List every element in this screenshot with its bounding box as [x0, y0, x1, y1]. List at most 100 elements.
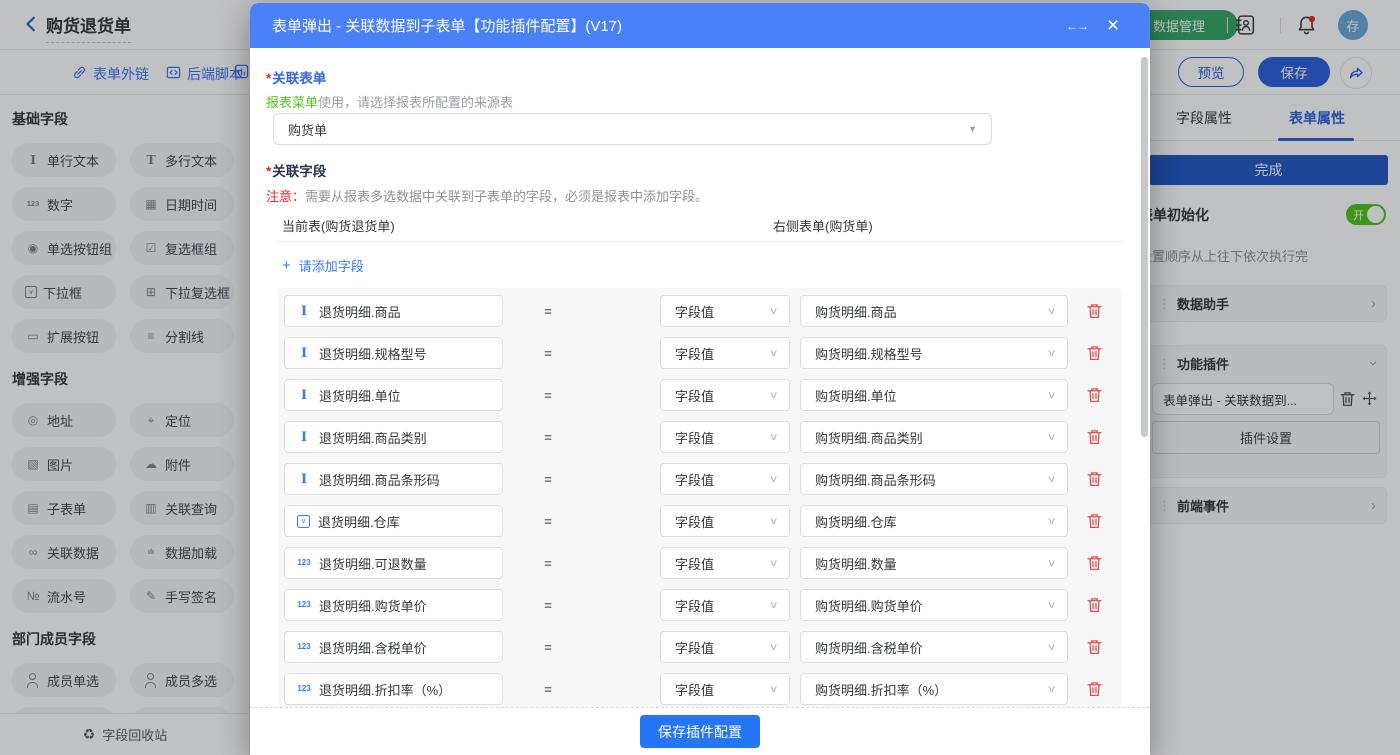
left-field-label: 退货明细.商品	[319, 304, 401, 320]
delete-row-icon[interactable]	[1084, 595, 1104, 615]
right-field-select[interactable]: 购货明细.仓库 ∨	[800, 505, 1068, 537]
field-mapping-row: 123 退货明细.折扣率（%） = 字段值 ∨ 购货明细.折扣率（%） ∨	[278, 673, 1122, 705]
delete-row-icon[interactable]	[1084, 637, 1104, 657]
value-mode-label: 字段值	[675, 346, 715, 362]
related-form-label: *关联表单	[266, 71, 327, 86]
field-type-icon: I	[300, 303, 308, 319]
dropdown-arrow-icon: ▼	[968, 124, 977, 134]
delete-row-icon[interactable]	[1084, 301, 1104, 321]
right-field-select[interactable]: 购货明细.规格型号 ∨	[800, 337, 1068, 369]
left-field-input[interactable]: I 退货明细.商品类别	[284, 421, 503, 453]
left-field-label: 退货明细.折扣率（%）	[319, 682, 452, 698]
chevron-down-icon: ∨	[768, 473, 779, 485]
value-mode-select[interactable]: 字段值 ∨	[660, 295, 790, 327]
save-plugin-config-button[interactable]: 保存插件配置	[640, 715, 760, 748]
right-field-select[interactable]: 购货明细.商品条形码 ∨	[800, 463, 1068, 495]
modal-footer: 保存插件配置	[250, 707, 1150, 755]
source-form-select[interactable]: 购货单 ▼	[273, 113, 992, 145]
chevron-down-icon: ∨	[1046, 347, 1057, 359]
expand-icon[interactable]: ←→	[1060, 3, 1094, 48]
delete-row-icon[interactable]	[1084, 679, 1104, 699]
field-type-icon: I	[300, 387, 308, 403]
chevron-down-icon: ∨	[1046, 431, 1057, 443]
field-mapping-row: I 退货明细.商品条形码 = 字段值 ∨ 购货明细.商品条形码 ∨	[278, 463, 1122, 495]
value-mode-label: 字段值	[675, 388, 715, 404]
left-field-input[interactable]: 123 退货明细.可退数量	[284, 547, 503, 579]
right-field-label: 购货明细.仓库	[815, 514, 897, 530]
field-type-icon: 123	[297, 558, 311, 567]
chevron-down-icon: ∨	[1046, 599, 1057, 611]
right-field-select[interactable]: 购货明细.含税单价 ∨	[800, 631, 1068, 663]
left-field-input[interactable]: I 退货明细.商品	[284, 295, 503, 327]
equals-sign: =	[544, 471, 552, 487]
right-field-label: 购货明细.购货单价	[815, 598, 923, 614]
field-type-icon: I	[300, 345, 308, 361]
right-field-select[interactable]: 购货明细.单位 ∨	[800, 379, 1068, 411]
value-mode-label: 字段值	[675, 640, 715, 656]
field-mapping-row: I 退货明细.商品类别 = 字段值 ∨ 购货明细.商品类别 ∨	[278, 421, 1122, 453]
left-field-input[interactable]: I 退货明细.规格型号	[284, 337, 503, 369]
value-mode-select[interactable]: 字段值 ∨	[660, 547, 790, 579]
equals-sign: =	[544, 387, 552, 403]
right-field-select[interactable]: 购货明细.购货单价 ∨	[800, 589, 1068, 621]
field-type-icon: 123	[297, 642, 311, 651]
left-field-input[interactable]: 123 退货明细.购货单价	[284, 589, 503, 621]
right-field-select[interactable]: 购货明细.折扣率（%） ∨	[800, 673, 1068, 705]
left-field-label: 退货明细.单位	[319, 388, 401, 404]
equals-sign: =	[544, 345, 552, 361]
left-field-label: 退货明细.含税单价	[319, 640, 427, 656]
chevron-down-icon: ∨	[768, 389, 779, 401]
value-mode-select[interactable]: 字段值 ∨	[660, 463, 790, 495]
field-mapping-row: 123 退货明细.可退数量 = 字段值 ∨ 购货明细.数量 ∨	[278, 547, 1122, 579]
close-icon[interactable]: ×	[1100, 3, 1126, 48]
add-field-link[interactable]: + 请添加字段	[282, 256, 364, 275]
right-field-select[interactable]: 购货明细.数量 ∨	[800, 547, 1068, 579]
chevron-down-icon: ∨	[1046, 641, 1057, 653]
left-field-label: 退货明细.购货单价	[319, 598, 427, 614]
left-field-input[interactable]: 123 退货明细.含税单价	[284, 631, 503, 663]
left-field-label: 退货明细.仓库	[318, 514, 400, 530]
modal-header[interactable]: 表单弹出 - 关联数据到子表单【功能插件配置】(V17) ←→ ×	[250, 3, 1150, 48]
value-mode-select[interactable]: 字段值 ∨	[660, 673, 790, 705]
chevron-down-icon: ∨	[768, 641, 779, 653]
header-divider	[278, 241, 1122, 242]
chevron-down-icon: ∨	[768, 515, 779, 527]
add-field-label: 请添加字段	[298, 259, 364, 274]
value-mode-select[interactable]: 字段值 ∨	[660, 337, 790, 369]
fields-note: 注意：需要从报表多选数据中关联到子表单的字段，必须是报表中添加字段。	[266, 189, 709, 204]
value-mode-label: 字段值	[675, 430, 715, 446]
value-mode-label: 字段值	[675, 514, 715, 530]
value-mode-select[interactable]: 字段值 ∨	[660, 379, 790, 411]
delete-row-icon[interactable]	[1084, 511, 1104, 531]
delete-row-icon[interactable]	[1084, 469, 1104, 489]
left-field-input[interactable]: I 退货明细.单位	[284, 379, 503, 411]
field-mapping-row: 123 退货明细.购货单价 = 字段值 ∨ 购货明细.购货单价 ∨	[278, 589, 1122, 621]
selected-form-value: 购货单	[288, 122, 328, 138]
value-mode-select[interactable]: 字段值 ∨	[660, 631, 790, 663]
field-type-icon: ∨	[297, 514, 310, 528]
equals-sign: =	[544, 429, 552, 445]
equals-sign: =	[544, 555, 552, 571]
right-field-label: 购货明细.规格型号	[815, 346, 923, 362]
field-mapping-row: ∨ 退货明细.仓库 = 字段值 ∨ 购货明细.仓库 ∨	[278, 505, 1122, 537]
left-field-input[interactable]: I 退货明细.商品条形码	[284, 463, 503, 495]
delete-row-icon[interactable]	[1084, 343, 1104, 363]
left-field-label: 退货明细.商品类别	[319, 430, 427, 446]
modal-scrollbar-thumb[interactable]	[1141, 57, 1148, 437]
value-mode-select[interactable]: 字段值 ∨	[660, 505, 790, 537]
chevron-down-icon: ∨	[1046, 683, 1057, 695]
right-field-select[interactable]: 购货明细.商品类别 ∨	[800, 421, 1068, 453]
equals-sign: =	[544, 303, 552, 319]
value-mode-select[interactable]: 字段值 ∨	[660, 421, 790, 453]
value-mode-select[interactable]: 字段值 ∨	[660, 589, 790, 621]
delete-row-icon[interactable]	[1084, 427, 1104, 447]
delete-row-icon[interactable]	[1084, 385, 1104, 405]
right-field-label: 购货明细.商品类别	[815, 430, 923, 446]
equals-sign: =	[544, 597, 552, 613]
left-field-input[interactable]: ∨ 退货明细.仓库	[284, 505, 503, 537]
left-field-label: 退货明细.可退数量	[319, 556, 427, 572]
required-mark: *	[266, 164, 272, 179]
right-field-select[interactable]: 购货明细.商品 ∨	[800, 295, 1068, 327]
delete-row-icon[interactable]	[1084, 553, 1104, 573]
left-field-input[interactable]: 123 退货明细.折扣率（%）	[284, 673, 503, 705]
